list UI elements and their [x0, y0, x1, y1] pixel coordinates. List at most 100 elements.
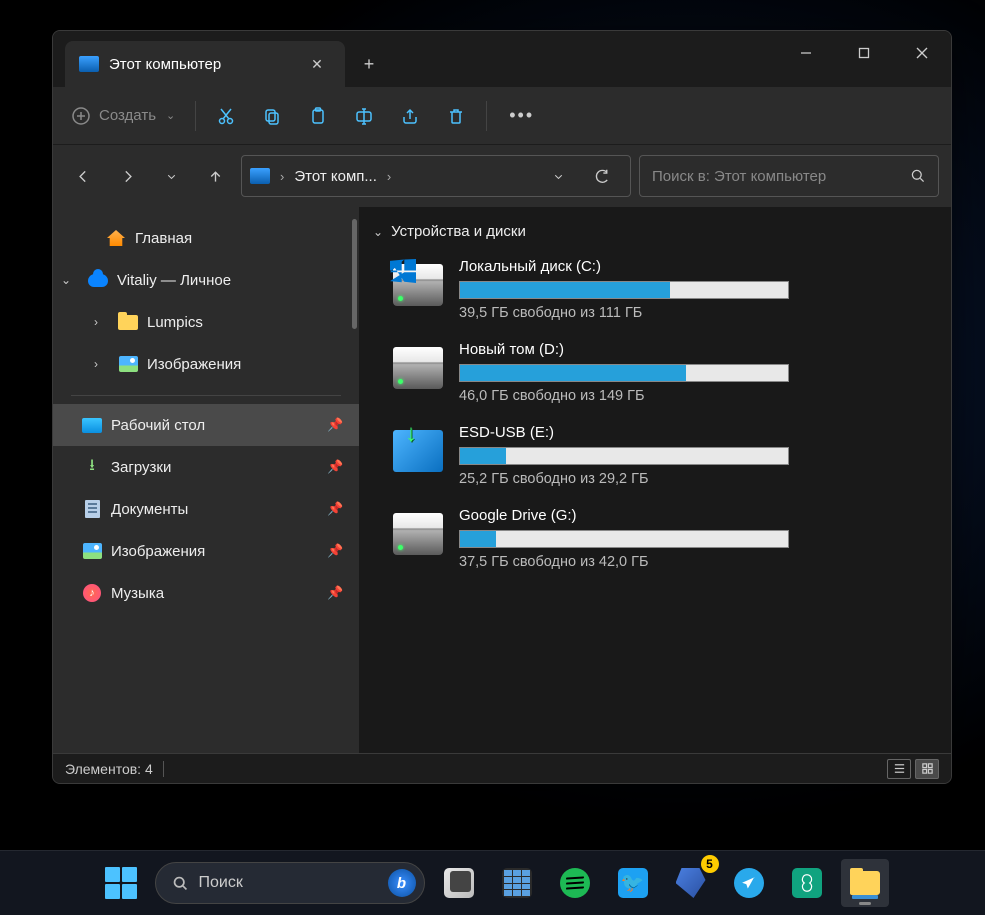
- drive-icon: [393, 513, 443, 555]
- home-icon: [107, 230, 125, 246]
- bing-icon: b: [388, 869, 416, 897]
- drive-icon: [393, 347, 443, 389]
- tiles-view-button[interactable]: [915, 759, 939, 779]
- tab-this-pc[interactable]: Этот компьютер ✕: [65, 41, 345, 87]
- taskbar-spotify[interactable]: [551, 859, 599, 907]
- titlebar: Этот компьютер ✕ +: [53, 31, 951, 87]
- drive-g[interactable]: Google Drive (G:) 37,5 ГБ свободно из 42…: [363, 501, 951, 584]
- refresh-button[interactable]: [582, 158, 622, 194]
- address-bar[interactable]: › Этот комп... ›: [241, 155, 631, 197]
- cut-button[interactable]: [204, 95, 248, 137]
- back-button[interactable]: [65, 158, 101, 194]
- new-button[interactable]: Создать ⌄: [59, 95, 187, 137]
- maximize-button[interactable]: [835, 31, 893, 75]
- sidebar-item-onedrive[interactable]: ⌄ Vitaliy — Личное: [53, 259, 359, 301]
- paste-button[interactable]: [296, 95, 340, 137]
- badge: 5: [701, 855, 719, 873]
- documents-icon: [85, 500, 100, 518]
- nav-row: › Этот комп... › Поиск в: Этот компьютер: [53, 145, 951, 207]
- chevron-right-icon[interactable]: ›: [83, 315, 109, 329]
- sidebar-item-home[interactable]: Главная: [53, 217, 359, 259]
- task-view-button[interactable]: [435, 859, 483, 907]
- task-view-icon: [444, 868, 474, 898]
- item-count: Элементов: 4: [65, 761, 153, 777]
- chatgpt-icon: [792, 868, 822, 898]
- history-button[interactable]: [153, 158, 189, 194]
- drive-d[interactable]: Новый том (D:) 46,0 ГБ свободно из 149 Г…: [363, 335, 951, 418]
- telegram-icon: [734, 868, 764, 898]
- address-dropdown[interactable]: [540, 158, 576, 194]
- tab-close-icon[interactable]: ✕: [303, 50, 331, 78]
- monitor-icon: [79, 56, 99, 72]
- taskbar-explorer[interactable]: [841, 859, 889, 907]
- share-button[interactable]: [388, 95, 432, 137]
- downloads-icon: ⭳: [81, 457, 103, 477]
- spotify-icon: [560, 868, 590, 898]
- usage-bar: [459, 447, 789, 465]
- start-button[interactable]: [97, 859, 145, 907]
- windows-icon: [105, 867, 137, 899]
- copy-button[interactable]: [250, 95, 294, 137]
- calculator-icon: [502, 868, 532, 898]
- sidebar-item-pictures[interactable]: Изображения 📌: [53, 530, 359, 572]
- navigation-pane: Главная ⌄ Vitaliy — Личное › Lumpics › И…: [53, 207, 359, 753]
- chevron-right-icon[interactable]: ›: [83, 357, 109, 371]
- taskbar-search[interactable]: Поиск b: [155, 862, 425, 904]
- breadcrumb-current[interactable]: Этот комп...: [294, 168, 377, 185]
- desktop-icon: [82, 418, 102, 433]
- minimize-button[interactable]: [777, 31, 835, 75]
- explorer-window: Этот компьютер ✕ + Создать ⌄ •••: [52, 30, 952, 784]
- onedrive-icon: [88, 274, 108, 287]
- details-view-button[interactable]: [887, 759, 911, 779]
- sidebar-item-music[interactable]: ♪ Музыка 📌: [53, 572, 359, 614]
- chevron-down-icon[interactable]: ⌄: [53, 273, 79, 287]
- usb-drive-icon: [393, 430, 443, 472]
- pictures-icon: [119, 356, 138, 372]
- tab-title: Этот компьютер: [109, 56, 293, 73]
- search-icon: [172, 875, 189, 892]
- todo-icon: [676, 868, 706, 898]
- explorer-icon: [850, 871, 880, 895]
- window-controls: [777, 31, 951, 87]
- sidebar-item-images[interactable]: › Изображения: [53, 343, 359, 385]
- delete-button[interactable]: [434, 95, 478, 137]
- taskbar-chatgpt[interactable]: [783, 859, 831, 907]
- sidebar-item-documents[interactable]: Документы 📌: [53, 488, 359, 530]
- taskbar-twitter[interactable]: 🐦: [609, 859, 657, 907]
- more-button[interactable]: •••: [495, 95, 548, 137]
- quick-access: Рабочий стол 📌 ⭳ Загрузки 📌 Документы 📌 …: [53, 404, 359, 614]
- close-button[interactable]: [893, 31, 951, 75]
- pin-icon: 📌: [327, 417, 347, 433]
- drive-c[interactable]: Локальный диск (C:) 39,5 ГБ свободно из …: [363, 252, 951, 335]
- search-box[interactable]: Поиск в: Этот компьютер: [639, 155, 939, 197]
- status-bar: Элементов: 4: [53, 753, 951, 783]
- sidebar-item-lumpics[interactable]: › Lumpics: [53, 301, 359, 343]
- group-header-devices[interactable]: ⌄ Устройства и диски: [363, 219, 951, 252]
- up-button[interactable]: [197, 158, 233, 194]
- pin-icon: 📌: [327, 459, 347, 475]
- folder-icon: [118, 315, 138, 330]
- search-icon: [910, 168, 926, 184]
- rename-button[interactable]: [342, 95, 386, 137]
- pictures-icon: [83, 543, 102, 559]
- taskbar-telegram[interactable]: [725, 859, 773, 907]
- taskbar-todo[interactable]: 5: [667, 859, 715, 907]
- pin-icon: 📌: [327, 543, 347, 559]
- content-area: ⌄ Устройства и диски Локальный диск (C:)…: [359, 207, 951, 753]
- usage-bar: [459, 281, 789, 299]
- new-tab-button[interactable]: +: [345, 41, 393, 87]
- chevron-right-icon: ›: [383, 169, 395, 184]
- pin-icon: 📌: [327, 501, 347, 517]
- toolbar: Создать ⌄ •••: [53, 87, 951, 145]
- taskbar-calculator[interactable]: [493, 859, 541, 907]
- sidebar-item-downloads[interactable]: ⭳ Загрузки 📌: [53, 446, 359, 488]
- chevron-right-icon: ›: [276, 169, 288, 184]
- forward-button[interactable]: [109, 158, 145, 194]
- usage-bar: [459, 364, 789, 382]
- twitter-icon: 🐦: [618, 868, 648, 898]
- scrollbar[interactable]: [352, 219, 357, 329]
- sidebar-item-desktop[interactable]: Рабочий стол 📌: [53, 404, 359, 446]
- taskbar: Поиск b 🐦 5: [0, 850, 985, 915]
- drive-e[interactable]: ESD-USB (E:) 25,2 ГБ свободно из 29,2 ГБ: [363, 418, 951, 501]
- body: Главная ⌄ Vitaliy — Личное › Lumpics › И…: [53, 207, 951, 753]
